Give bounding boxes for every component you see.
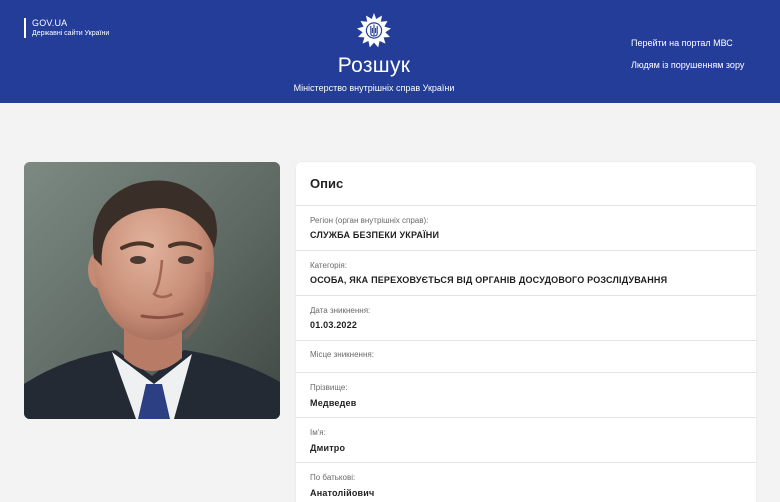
field-value-name: Дмитро	[310, 443, 346, 453]
field-label-place: Місце зникнення:	[310, 350, 374, 359]
divider	[296, 250, 756, 251]
divider	[296, 340, 756, 341]
ministry-emblem-icon	[357, 13, 391, 48]
field-label-surname: Прізвище:	[310, 383, 348, 392]
divider	[296, 205, 756, 206]
description-card: Опис Регіон (орган внутрішніх справ): СЛ…	[296, 162, 756, 502]
page-subtitle: Міністерство внутрішніх справ України	[293, 83, 455, 93]
divider	[296, 417, 756, 418]
nav-link-accessibility[interactable]: Людям із порушенням зору	[631, 60, 744, 70]
divider	[296, 295, 756, 296]
divider	[296, 372, 756, 373]
gov-ua-title: GOV.UA	[32, 18, 68, 28]
field-value-region: СЛУЖБА БЕЗПЕКИ УКРАЇНИ	[310, 230, 440, 240]
field-value-category: ОСОБА, ЯКА ПЕРЕХОВУЄТЬСЯ ВІД ОРГАНІВ ДОС…	[310, 275, 668, 285]
field-label-date: Дата зникнення:	[310, 306, 371, 315]
portrait-illustration	[24, 162, 280, 419]
nav-link-mvs-portal[interactable]: Перейти на портал МВС	[631, 38, 733, 48]
field-label-region: Регіон (орган внутрішніх справ):	[310, 216, 429, 225]
portrait-photo	[24, 162, 280, 419]
field-label-name: Ім'я:	[310, 428, 326, 437]
divider	[296, 462, 756, 463]
field-label-patronymic: По батькові:	[310, 473, 356, 482]
field-value-surname: Медведев	[310, 398, 357, 408]
description-title: Опис	[310, 176, 344, 191]
field-value-patronymic: Анатолійович	[310, 488, 375, 498]
gov-ua-link[interactable]: GOV.UA Державні сайти України	[24, 18, 109, 38]
gov-ua-subtitle: Державні сайти України	[32, 30, 110, 37]
field-value-date: 01.03.2022	[310, 320, 358, 330]
field-label-category: Категорія:	[310, 261, 347, 270]
site-header: GOV.UA Державні сайти України Розшук Мін…	[0, 0, 780, 103]
